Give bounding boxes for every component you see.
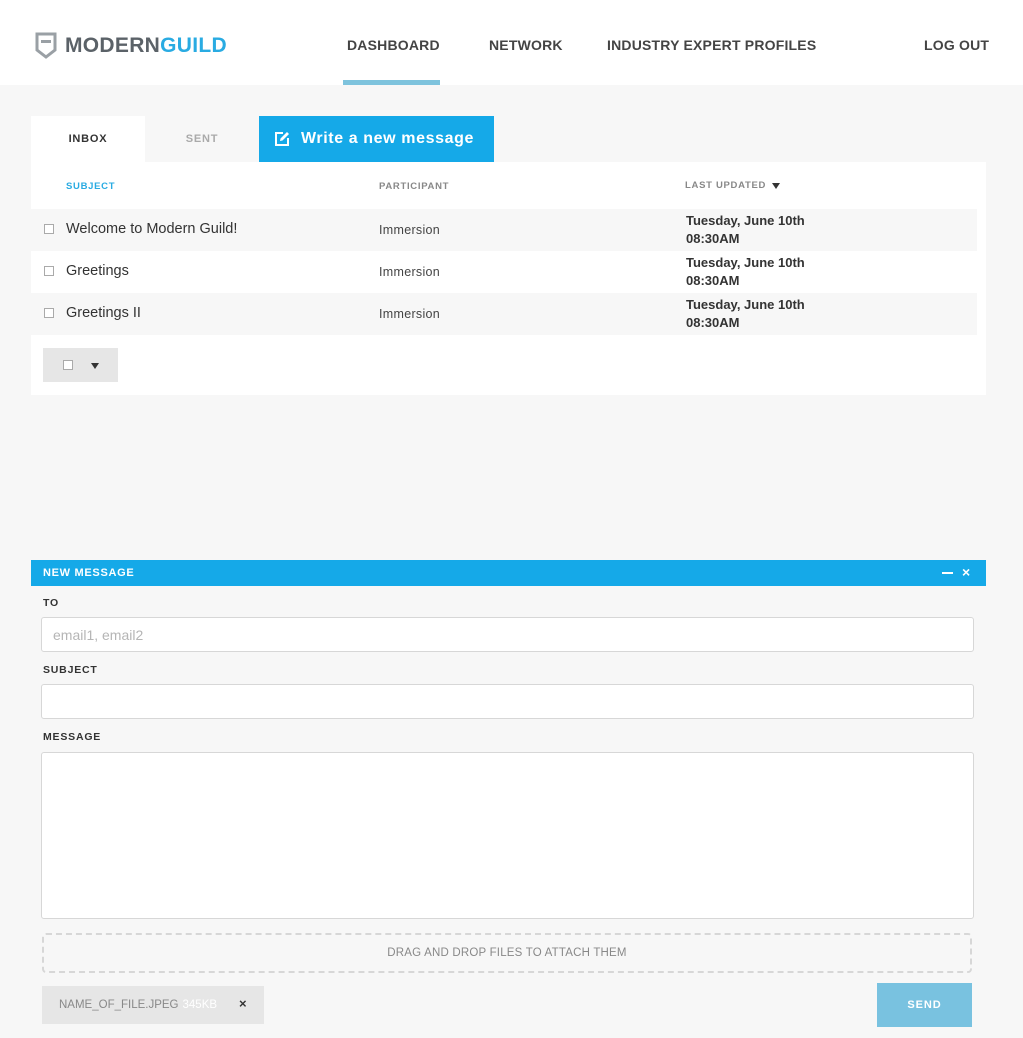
inbox-panel: SUBJECT PARTICIPANT LAST UPDATED Welcome… [31, 162, 986, 395]
modern-guild-logo[interactable]: MODERNGUILD [35, 32, 227, 59]
tab-inbox[interactable]: INBOX [31, 116, 145, 162]
write-new-message-button[interactable]: Write a new message [259, 116, 494, 162]
dropzone-text: DRAG AND DROP FILES TO ATTACH THEM [387, 947, 627, 959]
column-header-last-updated[interactable]: LAST UPDATED [685, 180, 781, 191]
new-message-titlebar: NEW MESSAGE × [31, 560, 986, 586]
nav-dashboard[interactable]: DASHBOARD [347, 37, 440, 53]
message-time: 08:30AM [686, 273, 740, 288]
to-label: TO [43, 597, 59, 609]
chevron-down-icon[interactable] [91, 363, 99, 369]
message-participant: Immersion [379, 307, 441, 321]
column-header-participant[interactable]: PARTICIPANT [379, 181, 449, 192]
message-row[interactable]: Welcome to Modern Guild! Immersion Tuesd… [31, 209, 977, 251]
attachment-chip: NAME_OF_FILE.JPEG 345KB × [42, 986, 264, 1024]
message-time: 08:30AM [686, 231, 740, 246]
message-participant: Immersion [379, 265, 441, 279]
remove-attachment-icon[interactable]: × [239, 996, 247, 1011]
active-nav-indicator [343, 80, 440, 85]
logo-text: MODERNGUILD [65, 33, 227, 57]
tab-sent[interactable]: SENT [145, 116, 259, 162]
message-date: Tuesday, June 10th [686, 213, 805, 228]
message-participant: Immersion [379, 223, 441, 237]
message-last-updated: Tuesday, June 10th 08:30AM [686, 212, 805, 248]
message-label: MESSAGE [43, 731, 102, 743]
row-checkbox[interactable] [44, 308, 54, 318]
row-checkbox[interactable] [44, 224, 54, 234]
send-button[interactable]: SEND [877, 983, 972, 1027]
subject-input[interactable] [41, 684, 974, 719]
message-row[interactable]: Greetings II Immersion Tuesday, June 10t… [31, 293, 977, 335]
message-subject[interactable]: Welcome to Modern Guild! [66, 221, 237, 237]
write-button-label: Write a new message [301, 130, 474, 147]
shield-logo-icon [35, 32, 57, 59]
nav-network[interactable]: NETWORK [489, 37, 563, 53]
message-row[interactable]: Greetings Immersion Tuesday, June 10th 0… [31, 251, 977, 293]
edit-icon [275, 132, 289, 146]
message-textarea[interactable] [41, 752, 974, 919]
row-checkbox[interactable] [44, 266, 54, 276]
column-header-last-updated-label: LAST UPDATED [685, 180, 767, 191]
close-icon[interactable]: × [962, 564, 970, 580]
bulk-select-dropdown[interactable] [43, 348, 118, 382]
select-all-checkbox[interactable] [63, 360, 73, 370]
attachment-size: 345KB [182, 999, 218, 1011]
message-subject[interactable]: Greetings [66, 263, 129, 279]
attachment-filename: NAME_OF_FILE.JPEG [59, 999, 179, 1011]
logout-link[interactable]: LOG OUT [924, 37, 989, 53]
to-input[interactable] [41, 617, 974, 652]
message-last-updated: Tuesday, June 10th 08:30AM [686, 254, 805, 290]
message-date: Tuesday, June 10th [686, 255, 805, 270]
message-last-updated: Tuesday, June 10th 08:30AM [686, 296, 805, 332]
new-message-title: NEW MESSAGE [43, 567, 135, 579]
sort-caret-down-icon [772, 182, 781, 189]
top-header: MODERNGUILD DASHBOARD NETWORK INDUSTRY E… [0, 0, 1023, 85]
message-subject[interactable]: Greetings II [66, 305, 141, 321]
message-date: Tuesday, June 10th [686, 297, 805, 312]
subject-label: SUBJECT [43, 664, 98, 676]
file-dropzone[interactable]: DRAG AND DROP FILES TO ATTACH THEM [42, 933, 972, 973]
nav-industry-expert-profiles[interactable]: INDUSTRY EXPERT PROFILES [607, 37, 816, 53]
message-time: 08:30AM [686, 315, 740, 330]
minimize-icon[interactable] [942, 572, 953, 574]
column-header-subject[interactable]: SUBJECT [66, 181, 115, 192]
